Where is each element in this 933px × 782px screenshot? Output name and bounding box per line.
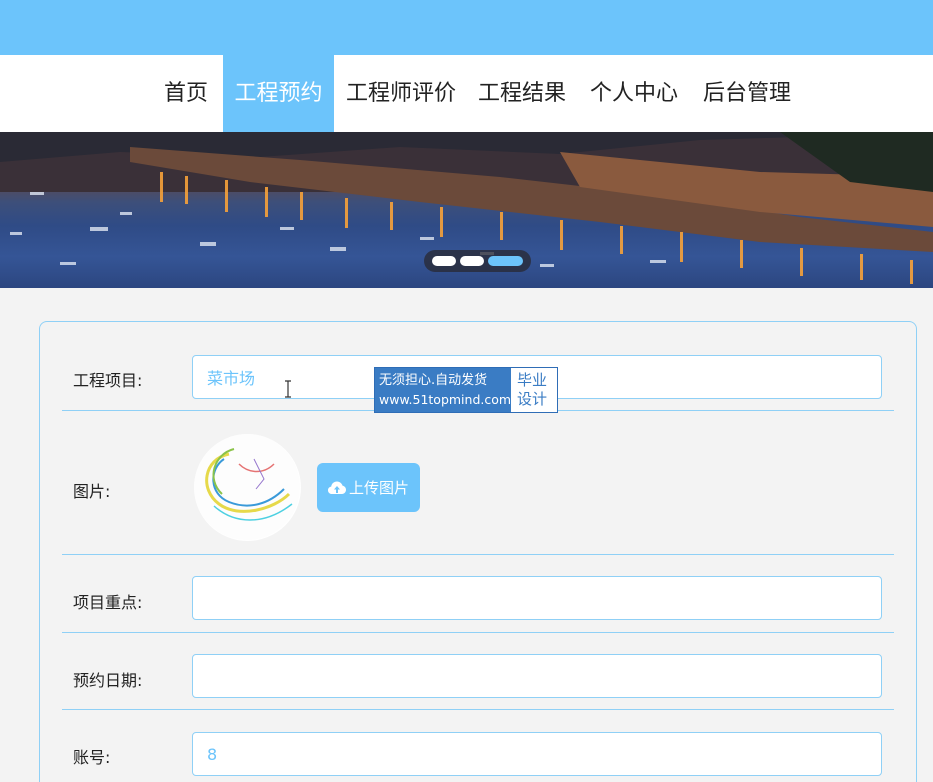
date-label: 预约日期:: [73, 671, 143, 690]
focus-label: 项目重点:: [73, 593, 143, 612]
focus-input[interactable]: [192, 576, 882, 620]
row-divider: [62, 709, 894, 710]
watermark-url: www.51topmind.com: [379, 392, 512, 407]
cloud-upload-icon: [327, 481, 346, 494]
carousel-dot-1[interactable]: [432, 256, 456, 266]
nav-engineer-review[interactable]: 工程师评价: [346, 55, 456, 132]
account-label: 账号:: [73, 748, 111, 767]
image-label: 图片:: [73, 482, 111, 501]
date-input[interactable]: [192, 654, 882, 698]
uploaded-image-preview: [194, 434, 301, 541]
nav-results[interactable]: 工程结果: [478, 55, 566, 132]
text-cursor-icon: [285, 380, 291, 398]
account-input[interactable]: [192, 732, 882, 776]
watermark-overlay: 无须担心.自动发货 www.51topmind.com 毕业 设计: [374, 367, 558, 413]
carousel-dot-3[interactable]: [488, 256, 523, 266]
row-divider: [62, 554, 894, 555]
main-nav: 首页 工程预约 工程师评价 工程结果 个人中心 后台管理: [0, 55, 933, 132]
project-label: 工程项目:: [73, 371, 143, 390]
banner-carousel[interactable]: [0, 132, 933, 288]
top-bar: [0, 0, 933, 55]
upload-button-label: 上传图片: [348, 479, 409, 497]
watermark-badge-line1: 毕业: [517, 371, 548, 389]
nav-booking[interactable]: 工程预约: [223, 55, 334, 132]
watermark-line1: 无须担心.自动发货: [379, 373, 488, 388]
watermark-badge-line2: 设计: [517, 390, 548, 408]
upload-image-button[interactable]: 上传图片: [317, 463, 420, 512]
nav-admin[interactable]: 后台管理: [703, 55, 791, 132]
carousel-indicators: [424, 250, 531, 272]
nav-home[interactable]: 首页: [164, 55, 208, 132]
row-divider: [62, 632, 894, 633]
nav-personal-center[interactable]: 个人中心: [590, 55, 678, 132]
carousel-dot-2[interactable]: [460, 256, 484, 266]
